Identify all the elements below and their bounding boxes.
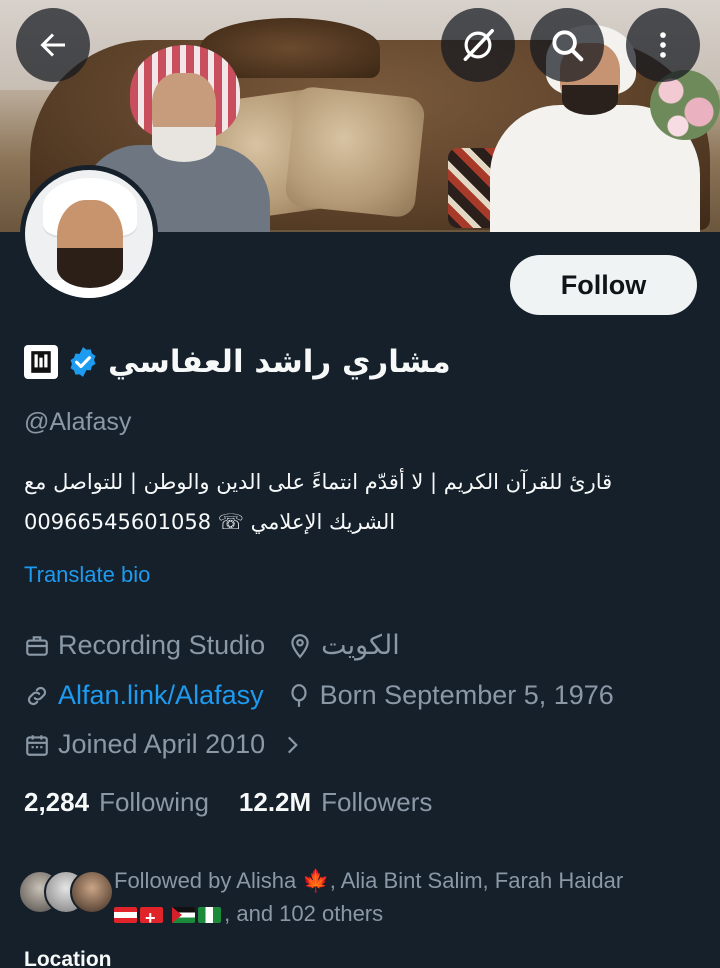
profile-meta-row: Alfan.link/Alafasy Born September 5, 197… [24,680,636,711]
search-icon [552,30,584,62]
translate-bio-link[interactable]: Translate bio [24,562,150,588]
profile-joined[interactable]: Joined April 2010 [24,729,305,760]
avatar [70,870,114,914]
followed-by-row[interactable]: Followed by Alisha 🍁, Alia Bint Salim, F… [18,864,698,935]
following-stat[interactable]: 2,284 Following [24,787,209,818]
location-pin-icon [291,633,309,658]
profile-bio: قارئ للقرآن الكريم | لا أقدّم انتماءً عل… [24,462,672,542]
followers-stat[interactable]: 12.2M Followers [239,787,433,818]
verified-badge-icon[interactable] [66,345,100,379]
category-text: Recording Studio [58,630,266,660]
banner-cushion [284,85,426,219]
bio-line: قارئ للقرآن الكريم | لا أقدّم انتماءً عل… [24,470,613,494]
profile-location: الكويت [287,630,400,661]
more-vertical-icon [660,32,666,58]
flag-switzerland-icon [140,902,163,935]
follow-stats: 2,284 Following 12.2M Followers [24,787,432,818]
joined-text: Joined April 2010 [58,729,266,759]
grok-icon [463,29,494,61]
search-button[interactable] [530,8,604,82]
flag-nigeria-icon [198,907,222,923]
followers-label: Followers [321,787,433,817]
chevron-right-icon [288,736,299,753]
follower-avatars [18,864,114,914]
location-text: الكويت [321,630,400,660]
affiliate-badge-icon[interactable] [24,345,58,379]
profile-name-row: مشاري راشد العفاسي [24,338,451,386]
follow-button[interactable]: Follow [510,255,697,315]
flag-lebanon-icon [114,907,137,923]
followed-by-prefix: Followed by Alisha 🍁, Alia Bint Salim, F… [114,868,624,893]
profile-handle: @Alafasy [24,408,132,436]
profile-category: Recording Studio [24,630,265,661]
followed-by-text: Followed by Alisha 🍁, Alia Bint Salim, F… [114,864,624,935]
flag-palestine-icon [172,907,196,923]
more-options-button[interactable] [626,8,700,82]
balloon-icon [291,683,307,707]
profile-meta-row: Joined April 2010 [24,729,327,760]
grok-button[interactable] [441,8,515,82]
back-button[interactable] [16,8,90,82]
bio-line: الشريك الإعلامي ☏ 00966545601058 [24,510,396,534]
profile-meta-row: Recording Studio الكويت [24,630,422,661]
followers-count: 12.2M [238,787,312,817]
profile-avatar[interactable] [20,165,158,303]
link-icon [27,686,47,705]
birthday-text: Born September 5, 1976 [319,680,614,710]
calendar-icon [26,734,48,756]
following-count: 2,284 [24,787,90,817]
location-section-label: Location [24,948,112,968]
following-label: Following [99,787,209,817]
followed-by-suffix: , and 102 others [224,901,384,926]
profile-birthday: Born September 5, 1976 [286,680,614,711]
briefcase-icon [26,635,48,656]
profile-website[interactable]: Alfan.link/Alafasy [24,680,264,711]
arrow-left-icon [40,33,65,57]
website-link[interactable]: Alfan.link/Alafasy [58,680,264,711]
display-name: مشاري راشد العفاسي [108,344,451,380]
